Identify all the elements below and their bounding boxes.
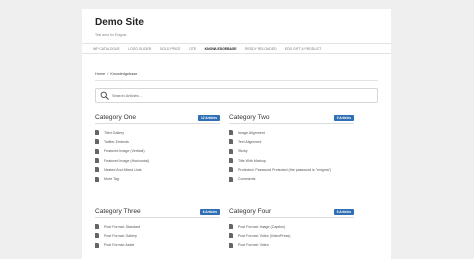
search-icon xyxy=(100,91,109,100)
article-title: Nested And Mixed Lists xyxy=(104,167,142,172)
site-title[interactable]: Demo Site xyxy=(95,17,144,28)
nav-item-wp-catalogue[interactable]: WP CATALOGUE xyxy=(93,47,120,51)
document-icon xyxy=(229,233,233,239)
article-count-badge: 6 Articles xyxy=(199,209,220,215)
document-icon xyxy=(95,158,99,164)
article-title: Post Format: Video xyxy=(238,243,269,248)
article-title: Post Format: Gallery xyxy=(104,233,137,238)
document-icon xyxy=(229,148,233,154)
site-tagline: Test area for Enigma xyxy=(95,33,127,37)
nav-item-knowledgebase[interactable]: KNOWLEDGEBASE xyxy=(205,47,237,51)
article-item[interactable]: Featured Image (Vertical) xyxy=(95,147,220,156)
breadcrumb-current: Knowledgebase xyxy=(110,72,138,76)
article-item[interactable]: Post Format: Video xyxy=(229,241,354,250)
breadcrumb-separator: / xyxy=(107,72,109,76)
nav-item-logo-slider[interactable]: LOGO SLIDER xyxy=(128,47,151,51)
article-item[interactable]: More Tag xyxy=(95,174,220,183)
article-title: Text Alignment xyxy=(238,139,262,144)
nav-item-edd-gift-a-product[interactable]: EDD GIFT A PRODUCT xyxy=(285,47,321,51)
article-title: Post Format: Standard xyxy=(104,224,141,229)
article-item[interactable]: Image Alignment xyxy=(229,128,354,137)
search-box[interactable] xyxy=(95,88,378,103)
document-icon xyxy=(95,224,99,230)
document-icon xyxy=(229,242,233,248)
article-item[interactable]: Nested And Mixed Lists xyxy=(95,165,220,174)
article-count-badge: 9 Articles xyxy=(333,115,354,121)
main-nav: WP CATALOGUE LOGO SLIDER GOLD PRICE OTE … xyxy=(82,43,391,54)
article-item[interactable]: Twitter Embeds xyxy=(95,137,220,146)
article-title: Post Format: Aside xyxy=(104,243,135,248)
article-title: Post Format: Video (VideoPress) xyxy=(238,233,291,238)
document-icon xyxy=(229,224,233,230)
article-item[interactable]: Comments xyxy=(229,174,354,183)
document-icon xyxy=(229,176,233,182)
article-title: More Tag xyxy=(104,177,119,182)
document-icon xyxy=(95,139,99,145)
document-icon xyxy=(229,158,233,164)
article-item[interactable]: Title With Markup xyxy=(229,156,354,165)
nav-item-reddy-reloaded[interactable]: REDDY RELOADED xyxy=(245,47,276,51)
article-title: Protected: Password Protected (the passw… xyxy=(238,167,332,172)
category-title[interactable]: Category Three xyxy=(95,208,141,215)
category-two-section: Category Two 9 Articles Image Alignment … xyxy=(229,114,354,184)
breadcrumb: Home / Knowledgebase xyxy=(95,72,137,76)
category-four-section: Category Four 6 Articles Post Format: Im… xyxy=(229,208,354,250)
article-title: Featured Image (Vertical) xyxy=(104,149,145,154)
article-item[interactable]: Post Format: Video (VideoPress) xyxy=(229,231,354,240)
category-three-section: Category Three 6 Articles Post Format: S… xyxy=(95,208,220,250)
document-icon xyxy=(229,130,233,136)
article-title: Post Format: Image (Caption) xyxy=(238,224,286,229)
article-item[interactable]: Post Format: Aside xyxy=(95,241,220,250)
article-item[interactable]: Post Format: Standard xyxy=(95,222,220,231)
breadcrumb-divider xyxy=(95,80,378,81)
document-icon xyxy=(95,242,99,248)
document-icon xyxy=(95,148,99,154)
category-title[interactable]: Category One xyxy=(95,114,136,121)
article-item[interactable]: Post Format: Image (Caption) xyxy=(229,222,354,231)
article-title: Featured Image (Horizontal) xyxy=(104,158,149,163)
document-icon xyxy=(229,167,233,173)
article-item[interactable]: Text Alignment xyxy=(229,137,354,146)
article-item[interactable]: Tiled Gallery xyxy=(95,128,220,137)
nav-item-gold-price[interactable]: GOLD PRICE xyxy=(160,47,181,51)
breadcrumb-home[interactable]: Home xyxy=(95,72,105,76)
page-card: Demo Site Test area for Enigma WP CATALO… xyxy=(82,9,391,259)
article-title: Tiled Gallery xyxy=(104,130,125,135)
article-item[interactable]: Featured Image (Horizontal) xyxy=(95,156,220,165)
article-title: Image Alignment xyxy=(238,130,265,135)
article-count-badge: 12 Articles xyxy=(197,115,220,121)
article-item[interactable]: Sticky xyxy=(229,147,354,156)
article-item[interactable]: Post Format: Gallery xyxy=(95,231,220,240)
nav-item-ote[interactable]: OTE xyxy=(189,47,196,51)
article-title: Sticky xyxy=(238,149,248,154)
article-count-badge: 6 Articles xyxy=(333,209,354,215)
document-icon xyxy=(95,130,99,136)
search-input[interactable] xyxy=(112,90,372,101)
article-title: Twitter Embeds xyxy=(104,139,129,144)
document-icon xyxy=(95,176,99,182)
document-icon xyxy=(95,167,99,173)
article-title: Title With Markup xyxy=(238,158,266,163)
document-icon xyxy=(229,139,233,145)
document-icon xyxy=(95,233,99,239)
article-item[interactable]: Protected: Password Protected (the passw… xyxy=(229,165,354,174)
category-title[interactable]: Category Four xyxy=(229,208,271,215)
article-title: Comments xyxy=(238,177,256,182)
category-one-section: Category One 12 Articles Tiled Gallery T… xyxy=(95,114,220,184)
category-title[interactable]: Category Two xyxy=(229,114,270,121)
